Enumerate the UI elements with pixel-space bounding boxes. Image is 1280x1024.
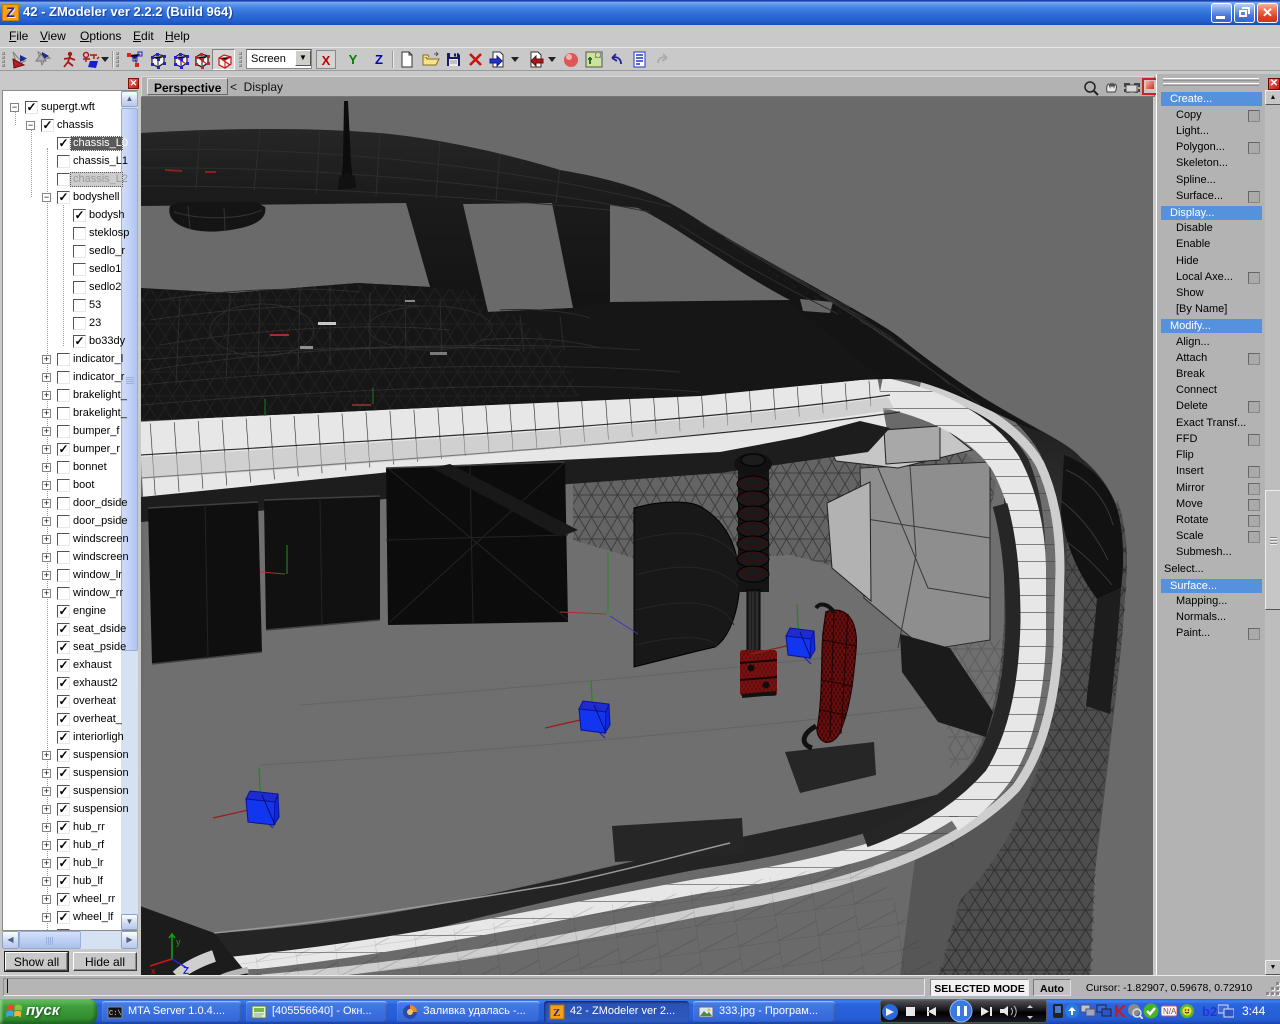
svg-text:b2: b2 [1202, 1004, 1217, 1019]
svg-text:y: y [176, 937, 181, 947]
svg-text:x: x [151, 966, 156, 975]
svg-text:C:\: C:\ [109, 1010, 122, 1018]
svg-text:Z: Z [553, 1007, 560, 1019]
svg-text:N/A: N/A [1163, 1007, 1177, 1016]
svg-text:Z: Z [183, 966, 189, 975]
